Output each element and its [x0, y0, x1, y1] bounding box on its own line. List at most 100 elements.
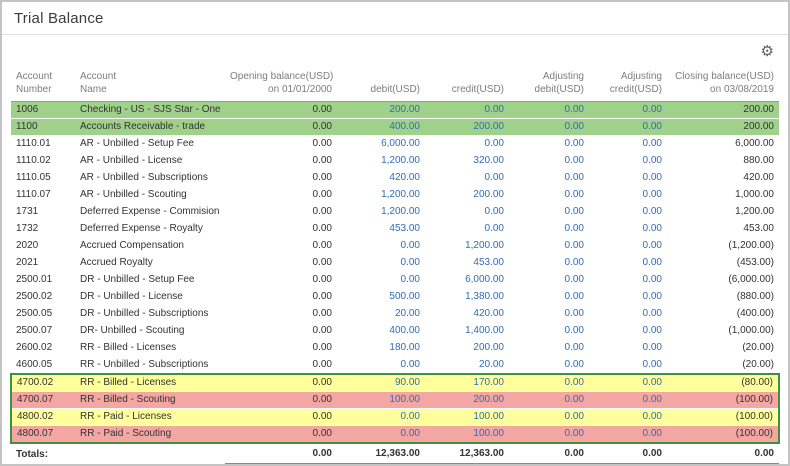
credit-amount-cell[interactable]: 420.00 [425, 305, 509, 323]
column-header-adjusting-debit: Adjusting debit(USD) [509, 67, 589, 102]
debit-amount-cell[interactable]: 200.00 [337, 101, 425, 119]
credit-amount-cell[interactable]: 0.00 [425, 135, 509, 153]
closing-balance-cell: (80.00) [667, 373, 780, 392]
opening-balance-cell: 0.00 [225, 186, 337, 204]
adjusting-credit-cell[interactable]: 0.00 [589, 322, 667, 340]
adjusting-credit-cell[interactable]: 0.00 [589, 288, 667, 306]
debit-amount-cell[interactable]: 0.00 [337, 271, 425, 289]
credit-amount-cell[interactable]: 320.00 [425, 152, 509, 170]
debit-amount-cell[interactable]: 180.00 [337, 339, 425, 357]
adjusting-debit-cell[interactable]: 0.00 [509, 203, 589, 221]
adjusting-debit-cell[interactable]: 0.00 [509, 305, 589, 323]
credit-amount-cell[interactable]: 170.00 [425, 373, 509, 392]
debit-amount-cell[interactable]: 0.00 [337, 237, 425, 255]
opening-balance-cell: 0.00 [225, 356, 337, 375]
adjusting-credit-cell[interactable]: 0.00 [589, 356, 667, 375]
adjusting-debit-cell[interactable]: 0.00 [509, 373, 589, 392]
credit-amount-cell[interactable]: 20.00 [425, 356, 509, 375]
trial-balance-table: Account Number Account Name Opening bala… [10, 67, 780, 464]
adjusting-credit-cell[interactable]: 0.00 [589, 305, 667, 323]
credit-amount-cell[interactable]: 1,200.00 [425, 237, 509, 255]
adjusting-debit-cell[interactable]: 0.00 [509, 118, 589, 136]
adjusting-debit-cell[interactable]: 0.00 [509, 356, 589, 375]
adjusting-credit-cell[interactable]: 0.00 [589, 169, 667, 187]
adjusting-debit-cell[interactable]: 0.00 [509, 169, 589, 187]
debit-amount-cell[interactable]: 1,200.00 [337, 203, 425, 221]
adjusting-credit-cell[interactable]: 0.00 [589, 220, 667, 238]
account-name-cell: RR - Billed - Licenses [75, 339, 225, 357]
table-row: 2500.07 DR- Unbilled - Scouting 0.00 400.00… [11, 322, 779, 340]
debit-amount-cell[interactable]: 1,200.00 [337, 152, 425, 170]
adjusting-credit-cell[interactable]: 0.00 [589, 373, 667, 392]
credit-amount-cell[interactable]: 200.00 [425, 391, 509, 409]
adjusting-debit-cell[interactable]: 0.00 [509, 237, 589, 255]
credit-amount-cell[interactable]: 200.00 [425, 118, 509, 136]
debit-amount-cell[interactable]: 0.00 [337, 408, 425, 426]
adjusting-credit-cell[interactable]: 0.00 [589, 101, 667, 119]
adjusting-credit-cell[interactable]: 0.00 [589, 391, 667, 409]
column-header-account-name: Account Name [75, 67, 225, 102]
adjusting-credit-cell[interactable]: 0.00 [589, 237, 667, 255]
account-name-cell: AR - Unbilled - License [75, 152, 225, 170]
closing-balance-cell: 453.00 [667, 220, 779, 238]
credit-amount-cell[interactable]: 0.00 [425, 220, 509, 238]
debit-amount-cell[interactable]: 453.00 [337, 220, 425, 238]
adjusting-credit-cell[interactable]: 0.00 [589, 118, 667, 136]
debit-amount-cell[interactable]: 0.00 [337, 425, 425, 444]
opening-balance-cell: 0.00 [225, 408, 337, 426]
adjusting-debit-cell[interactable]: 0.00 [509, 339, 589, 357]
adjusting-debit-cell[interactable]: 0.00 [509, 254, 589, 272]
closing-balance-cell: (100.00) [667, 391, 780, 409]
debit-amount-cell[interactable]: 20.00 [337, 305, 425, 323]
adjusting-debit-cell[interactable]: 0.00 [509, 186, 589, 204]
debit-amount-cell[interactable]: 500.00 [337, 288, 425, 306]
debit-amount-cell[interactable]: 0.00 [337, 254, 425, 272]
settings-gear-icon[interactable]: ⚙ [761, 44, 774, 59]
debit-amount-cell[interactable]: 0.00 [337, 356, 425, 375]
debit-amount-cell[interactable]: 420.00 [337, 169, 425, 187]
adjusting-debit-cell[interactable]: 0.00 [509, 425, 589, 444]
account-name-cell: RR - Billed - Scouting [75, 391, 225, 409]
credit-amount-cell[interactable]: 100.00 [425, 425, 509, 444]
table-row: 2500.05 DR - Unbilled - Subscriptions 0.00… [11, 305, 779, 323]
adjusting-credit-cell[interactable]: 0.00 [589, 152, 667, 170]
debit-amount-cell[interactable]: 6,000.00 [337, 135, 425, 153]
adjusting-debit-cell[interactable]: 0.00 [509, 101, 589, 119]
credit-amount-cell[interactable]: 0.00 [425, 169, 509, 187]
adjusting-debit-cell[interactable]: 0.00 [509, 220, 589, 238]
credit-amount-cell[interactable]: 200.00 [425, 339, 509, 357]
adjusting-credit-cell[interactable]: 0.00 [589, 254, 667, 272]
adjusting-credit-cell[interactable]: 0.00 [589, 186, 667, 204]
credit-amount-cell[interactable]: 0.00 [425, 101, 509, 119]
debit-amount-cell[interactable]: 100.00 [337, 391, 425, 409]
credit-amount-cell[interactable]: 100.00 [425, 408, 509, 426]
adjusting-credit-cell[interactable]: 0.00 [589, 203, 667, 221]
adjusting-credit-cell[interactable]: 0.00 [589, 135, 667, 153]
debit-amount-cell[interactable]: 90.00 [337, 373, 425, 392]
table-body: 1006 Checking - US - SJS Star - One 0.00 20… [10, 101, 780, 444]
totals-closing-balance: 0.00 [667, 443, 779, 464]
adjusting-debit-cell[interactable]: 0.00 [509, 271, 589, 289]
credit-amount-cell[interactable]: 0.00 [425, 203, 509, 221]
credit-amount-cell[interactable]: 1,380.00 [425, 288, 509, 306]
adjusting-debit-cell[interactable]: 0.00 [509, 135, 589, 153]
adjusting-debit-cell[interactable]: 0.00 [509, 408, 589, 426]
adjusting-debit-cell[interactable]: 0.00 [509, 322, 589, 340]
adjusting-debit-cell[interactable]: 0.00 [509, 152, 589, 170]
adjusting-credit-cell[interactable]: 0.00 [589, 408, 667, 426]
credit-amount-cell[interactable]: 1,400.00 [425, 322, 509, 340]
debit-amount-cell[interactable]: 400.00 [337, 118, 425, 136]
totals-debit: 12,363.00 [337, 443, 425, 464]
adjusting-debit-cell[interactable]: 0.00 [509, 391, 589, 409]
credit-amount-cell[interactable]: 200.00 [425, 186, 509, 204]
adjusting-credit-cell[interactable]: 0.00 [589, 339, 667, 357]
debit-amount-cell[interactable]: 400.00 [337, 322, 425, 340]
adjusting-credit-cell[interactable]: 0.00 [589, 425, 667, 444]
credit-amount-cell[interactable]: 453.00 [425, 254, 509, 272]
totals-adjusting-credit: 0.00 [589, 443, 667, 464]
debit-amount-cell[interactable]: 1,200.00 [337, 186, 425, 204]
account-number-cell: 2600.02 [11, 339, 75, 357]
adjusting-debit-cell[interactable]: 0.00 [509, 288, 589, 306]
credit-amount-cell[interactable]: 6,000.00 [425, 271, 509, 289]
adjusting-credit-cell[interactable]: 0.00 [589, 271, 667, 289]
